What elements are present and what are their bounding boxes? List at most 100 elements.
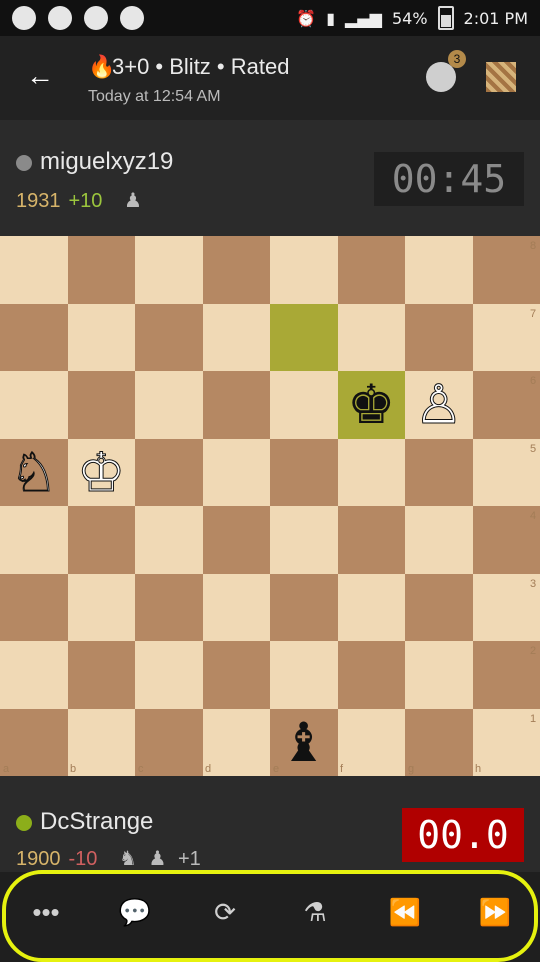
sim-icon: ▮ (326, 9, 335, 28)
chess-board[interactable]: ♚ ♙ ♘ ♔ ♝ a b c d e f g h 8 7 6 5 4 3 2 … (0, 236, 540, 776)
bottom-player-panel: DcStrange 1900-10 ♞ ♟ +1 00.0 (0, 776, 540, 870)
square-e4[interactable] (270, 506, 338, 574)
square-g3[interactable] (405, 574, 473, 642)
square-e5[interactable] (270, 439, 338, 507)
square-a6[interactable] (0, 371, 68, 439)
square-a1[interactable] (0, 709, 68, 777)
square-c7[interactable] (135, 304, 203, 372)
alarm-icon: ⏰ (296, 9, 316, 28)
file-label: g (408, 763, 414, 775)
flame-icon: 🔥 (88, 54, 106, 80)
material-advantage: +1 (178, 848, 201, 870)
square-e7[interactable] (270, 304, 338, 372)
notification-badge: 3 (448, 50, 466, 68)
top-player-rating: 1931+10 ♟ (16, 188, 142, 213)
square-c4[interactable] (135, 506, 203, 574)
square-d6[interactable] (203, 371, 271, 439)
square-d2[interactable] (203, 641, 271, 709)
square-f8[interactable] (338, 236, 406, 304)
square-d8[interactable] (203, 236, 271, 304)
game-title: 🔥3+0 • Blitz • Rated (88, 54, 289, 80)
rank-label: 1 (530, 713, 536, 725)
top-player-name-text: miguelxyz19 (40, 148, 173, 175)
previous-move-icon[interactable]: ⏪ (385, 892, 425, 932)
square-d5[interactable] (203, 439, 271, 507)
square-c1[interactable] (135, 709, 203, 777)
square-c2[interactable] (135, 641, 203, 709)
square-e8[interactable] (270, 236, 338, 304)
square-g2[interactable] (405, 641, 473, 709)
rank-label: 4 (530, 510, 536, 522)
square-a8[interactable] (0, 236, 68, 304)
bottom-toolbar: ••• 💬 ⟳ ⚗ ⏪ ⏩ (0, 870, 540, 962)
square-f2[interactable] (338, 641, 406, 709)
game-header: ← 🔥3+0 • Blitz • Rated Today at 12:54 AM… (0, 36, 540, 120)
square-b1[interactable] (68, 709, 136, 777)
board-icon[interactable] (486, 62, 516, 92)
square-c3[interactable] (135, 574, 203, 642)
rank-label: 7 (530, 308, 536, 320)
square-b7[interactable] (68, 304, 136, 372)
square-e3[interactable] (270, 574, 338, 642)
rank-label: 3 (530, 578, 536, 590)
square-a3[interactable] (0, 574, 68, 642)
file-label: d (205, 763, 211, 775)
rating-value: 1900 (16, 848, 61, 870)
square-f3[interactable] (338, 574, 406, 642)
square-b8[interactable] (68, 236, 136, 304)
square-f4[interactable] (338, 506, 406, 574)
rating-delta: +10 (69, 190, 103, 212)
top-player-name[interactable]: miguelxyz19 (16, 148, 173, 176)
square-g1[interactable] (405, 709, 473, 777)
bottom-player-name-text: DcStrange (40, 808, 153, 835)
file-label: e (273, 763, 279, 775)
black-bishop-piece[interactable]: ♝ (270, 709, 338, 777)
square-d7[interactable] (203, 304, 271, 372)
rank-label: 8 (530, 240, 536, 252)
rank-label: 6 (530, 375, 536, 387)
next-move-icon[interactable]: ⏩ (475, 892, 515, 932)
square-d1[interactable] (203, 709, 271, 777)
more-options-icon[interactable]: ••• (26, 892, 66, 932)
settings-icon (120, 6, 144, 30)
phone-icon (84, 6, 108, 30)
square-b6[interactable] (68, 371, 136, 439)
square-d3[interactable] (203, 574, 271, 642)
online-status-dot (16, 815, 32, 831)
square-b2[interactable] (68, 641, 136, 709)
square-f7[interactable] (338, 304, 406, 372)
white-king-piece[interactable]: ♔ (68, 439, 136, 507)
chat-icon[interactable]: 💬 (115, 892, 155, 932)
square-c5[interactable] (135, 439, 203, 507)
square-c6[interactable] (135, 371, 203, 439)
square-g5[interactable] (405, 439, 473, 507)
black-king-piece[interactable]: ♚ (338, 371, 406, 439)
analysis-icon[interactable]: ⚗ (295, 892, 335, 932)
square-b3[interactable] (68, 574, 136, 642)
game-title-text: 3+0 • Blitz • Rated (112, 54, 289, 79)
bottom-player-name[interactable]: DcStrange (16, 808, 153, 836)
flip-board-icon[interactable]: ⟳ (205, 892, 245, 932)
file-label: a (3, 763, 9, 775)
square-g7[interactable] (405, 304, 473, 372)
square-d4[interactable] (203, 506, 271, 574)
rank-label: 2 (530, 645, 536, 657)
bottom-player-rating: 1900-10 ♞ ♟ +1 (16, 846, 201, 871)
square-g4[interactable] (405, 506, 473, 574)
rating-value: 1931 (16, 190, 61, 212)
file-label: b (70, 763, 76, 775)
square-e2[interactable] (270, 641, 338, 709)
square-a4[interactable] (0, 506, 68, 574)
white-pawn-piece[interactable]: ♙ (405, 371, 473, 439)
square-g8[interactable] (405, 236, 473, 304)
square-b4[interactable] (68, 506, 136, 574)
square-a7[interactable] (0, 304, 68, 372)
white-knight-piece[interactable]: ♘ (0, 439, 68, 507)
square-c8[interactable] (135, 236, 203, 304)
square-e6[interactable] (270, 371, 338, 439)
knight-icon: ♞ (119, 848, 137, 870)
square-f1[interactable] (338, 709, 406, 777)
back-arrow-icon[interactable]: ← (26, 60, 58, 92)
square-f5[interactable] (338, 439, 406, 507)
square-a2[interactable] (0, 641, 68, 709)
